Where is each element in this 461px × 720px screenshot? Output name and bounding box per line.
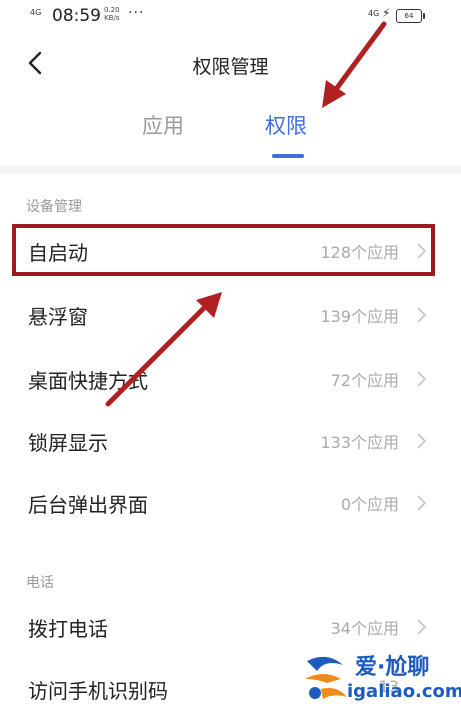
network-rate-unit: KB/s — [104, 14, 120, 22]
watermark-url: igaliao.com — [347, 681, 461, 702]
row-desktop-shortcut[interactable]: 桌面快捷方式 72个应用 — [0, 348, 461, 410]
active-tab-indicator — [272, 154, 304, 158]
chevron-right-icon — [417, 495, 427, 511]
chevron-right-icon — [417, 371, 427, 387]
section-header-device-management: 设备管理 — [26, 199, 82, 215]
row-label: 后台弹出界面 — [28, 493, 148, 517]
chevron-right-icon — [417, 433, 427, 449]
section-header-phone: 电话 — [26, 575, 54, 591]
row-floating-window[interactable]: 悬浮窗 139个应用 — [0, 284, 461, 346]
row-label: 访问手机识别码 — [28, 679, 168, 703]
row-count: 139个应用 — [320, 307, 399, 326]
tab-apps[interactable]: 应用 — [142, 110, 184, 140]
network-rate: 0.20 KB/s — [104, 6, 120, 22]
watermark: 爱·尬聊 igaliao.com — [297, 645, 461, 713]
row-count: 133个应用 — [320, 433, 399, 452]
watermark-logo-icon — [305, 656, 347, 699]
row-count: 0个应用 — [340, 495, 399, 514]
row-lock-screen-display[interactable]: 锁屏显示 133个应用 — [0, 410, 461, 472]
row-background-popup[interactable]: 后台弹出界面 0个应用 — [0, 472, 461, 534]
more-notifications-icon: ··· — [128, 5, 145, 21]
tab-permissions[interactable]: 权限 — [265, 110, 307, 140]
row-count: 72个应用 — [330, 371, 399, 390]
chevron-right-icon — [417, 619, 427, 635]
section-divider — [0, 166, 461, 174]
network-rate-value: 0.20 — [104, 6, 120, 14]
status-bar: 4G 08:59 0.20 KB/s ··· 4G ⚡ 64 — [0, 0, 461, 34]
row-count: 34个应用 — [330, 619, 399, 638]
charging-icon: ⚡ — [382, 6, 391, 20]
watermark-title: 爱·尬聊 — [355, 655, 430, 680]
highlight-annotation — [12, 224, 435, 276]
row-label: 悬浮窗 — [28, 305, 88, 329]
page-title: 权限管理 — [192, 56, 269, 78]
chevron-right-icon — [417, 307, 427, 323]
network-type: 4G — [368, 9, 380, 18]
status-time: 08:59 — [52, 6, 101, 26]
row-label: 锁屏显示 — [28, 431, 108, 455]
signal-icon: 4G — [30, 8, 42, 17]
row-label: 桌面快捷方式 — [28, 369, 148, 393]
row-label: 拨打电话 — [28, 617, 108, 641]
tab-bar: 应用 权限 — [0, 110, 461, 162]
nav-bar: 权限管理 — [0, 40, 461, 90]
battery-icon: 64 — [396, 9, 425, 23]
